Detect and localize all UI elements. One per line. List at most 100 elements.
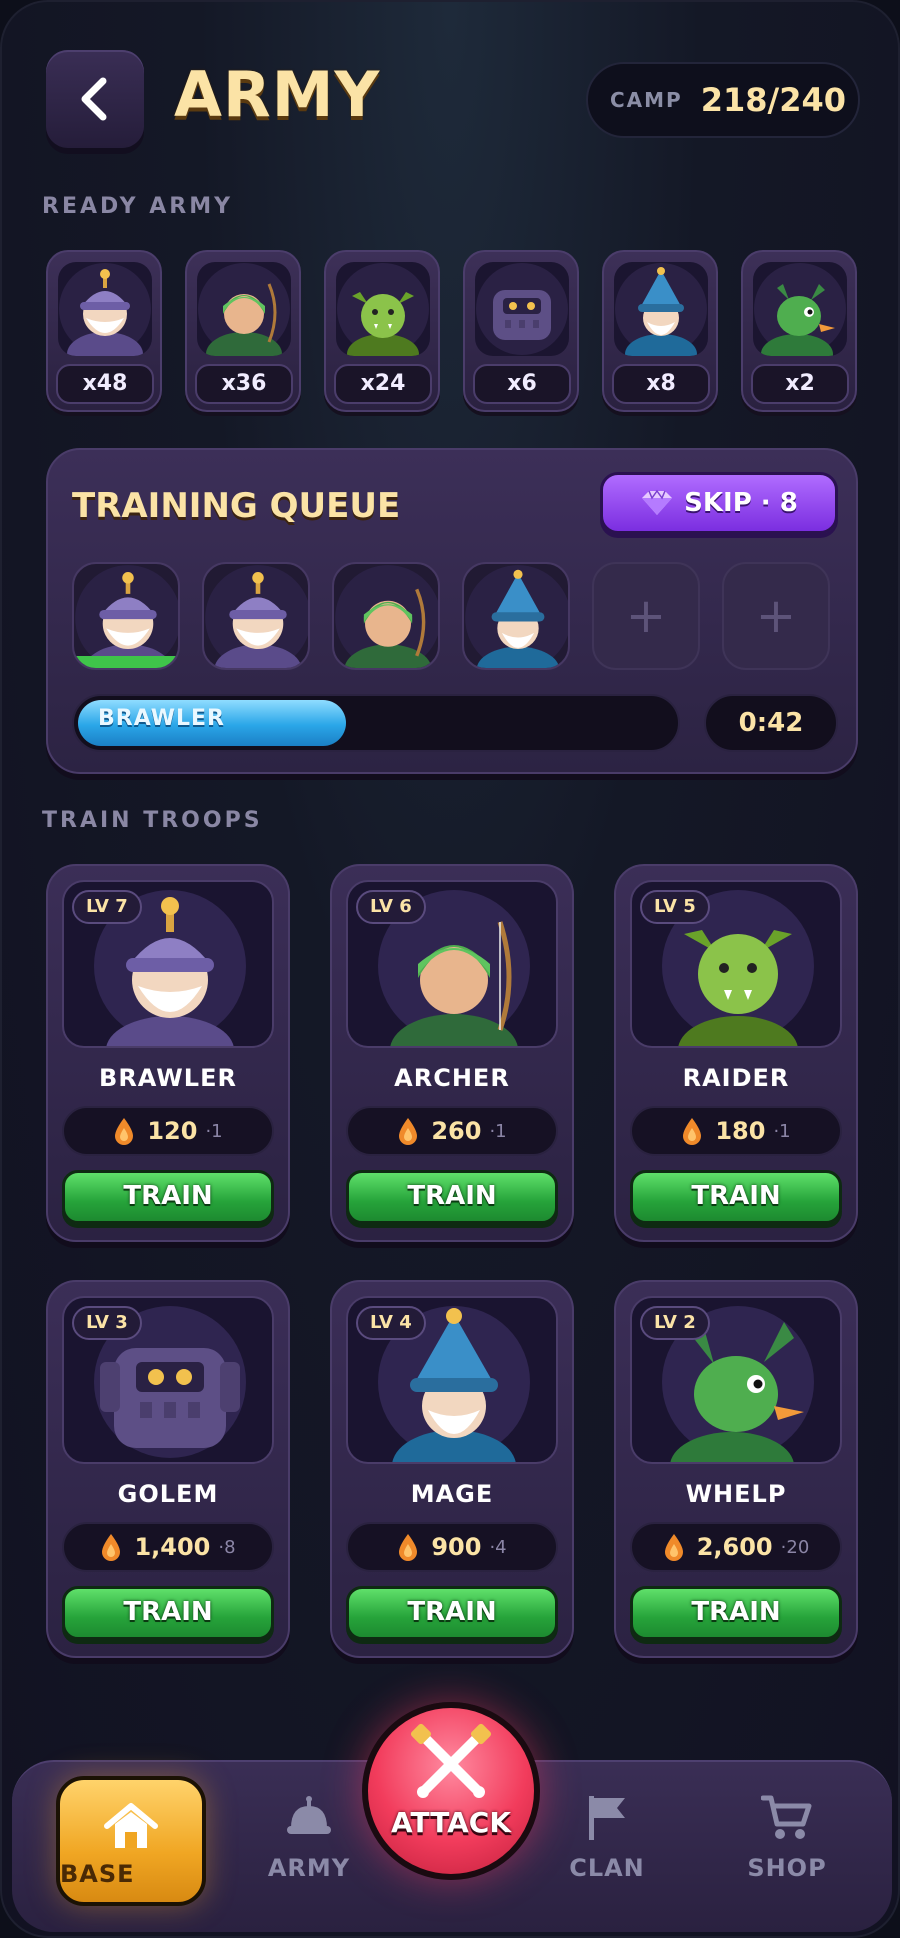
- back-button[interactable]: [46, 50, 144, 148]
- ready-army-label: READY ARMY: [42, 194, 234, 219]
- ready-unit-brawler[interactable]: x48: [46, 250, 162, 412]
- level-badge: LV 5: [640, 890, 710, 924]
- page-title: ARMY: [174, 58, 381, 131]
- archer-portrait: LV 6: [346, 880, 558, 1048]
- whelp-icon: [753, 262, 847, 356]
- chevron-left-icon: [81, 77, 107, 121]
- nav-label-clan: CLAN: [569, 1854, 645, 1882]
- mage-portrait: LV 4: [346, 1296, 558, 1464]
- attack-button[interactable]: ATTACK: [362, 1702, 540, 1880]
- ready-count: x36: [195, 364, 293, 404]
- ready-count: x48: [56, 364, 154, 404]
- crossed-swords-icon: [410, 1723, 492, 1798]
- level-badge: LV 6: [356, 890, 426, 924]
- troop-cost: 900 ·4: [346, 1522, 558, 1572]
- nav-label-shop: SHOP: [747, 1854, 827, 1882]
- cost-value: 120: [147, 1117, 198, 1145]
- ready-count: x24: [334, 364, 432, 404]
- train-button-raider[interactable]: TRAIN: [630, 1170, 842, 1224]
- nav-shop-button[interactable]: SHOP: [712, 1762, 862, 1934]
- archer-icon: [335, 565, 438, 668]
- troop-card-whelp[interactable]: LV 2 WHELP 2,600 ·20 TRAIN: [614, 1280, 858, 1658]
- cost-value: 2,600: [696, 1533, 773, 1561]
- elixir-drop-icon: [399, 1534, 418, 1561]
- queue-slot-archer[interactable]: [332, 562, 440, 670]
- cost-value: 900: [431, 1533, 482, 1561]
- cost-value: 1,400: [134, 1533, 211, 1561]
- brawler-icon: [58, 262, 152, 356]
- training-queue-panel: TRAINING QUEUE SKIP · 8 + + BRAWLER 0:42: [46, 448, 858, 774]
- level-badge: LV 2: [640, 1306, 710, 1340]
- troop-name: RAIDER: [682, 1064, 790, 1092]
- train-troops-label: TRAIN TROOPS: [42, 808, 263, 833]
- golem-portrait: LV 3: [62, 1296, 274, 1464]
- training-unit-label: BRAWLER: [98, 706, 226, 731]
- home-icon: [104, 1803, 158, 1848]
- troop-cost: 2,600 ·20: [630, 1522, 842, 1572]
- cost-value: 180: [715, 1117, 766, 1145]
- troop-card-archer[interactable]: LV 6 ARCHER 260 ·1 TRAIN: [330, 864, 574, 1242]
- training-progress-bar: BRAWLER: [72, 694, 680, 752]
- nav-label-army: ARMY: [267, 1854, 351, 1882]
- mage-icon: [614, 262, 708, 356]
- troop-name: ARCHER: [394, 1064, 510, 1092]
- add-slot-icon: +: [625, 588, 667, 644]
- ready-unit-whelp[interactable]: x2: [741, 250, 857, 412]
- golem-icon: [475, 262, 569, 356]
- troop-cost: 260 ·1: [346, 1106, 558, 1156]
- housing-space: ·1: [489, 1120, 507, 1142]
- troop-card-brawler[interactable]: LV 7 BRAWLER 120 ·1 TRAIN: [46, 864, 290, 1242]
- queue-slot-empty[interactable]: +: [722, 562, 830, 670]
- ready-count: x8: [612, 364, 710, 404]
- troop-name: BRAWLER: [99, 1064, 237, 1092]
- ready-unit-golem[interactable]: x6: [463, 250, 579, 412]
- brawler-icon: [205, 565, 308, 668]
- brawler-portrait: LV 7: [62, 880, 274, 1048]
- cost-value: 260: [431, 1117, 482, 1145]
- raider-icon: [336, 262, 430, 356]
- train-button-whelp[interactable]: TRAIN: [630, 1586, 842, 1640]
- train-button-brawler[interactable]: TRAIN: [62, 1170, 274, 1224]
- housing-space: ·1: [773, 1120, 791, 1142]
- elixir-drop-icon: [102, 1534, 121, 1561]
- ready-count: x6: [473, 364, 571, 404]
- ready-unit-mage[interactable]: x8: [602, 250, 718, 412]
- mage-icon: [465, 565, 568, 668]
- ready-unit-archer[interactable]: x36: [185, 250, 301, 412]
- skip-button[interactable]: SKIP · 8: [600, 472, 838, 534]
- troop-card-raider[interactable]: LV 5 RAIDER 180 ·1 TRAIN: [614, 864, 858, 1242]
- queue-slot-brawler[interactable]: [202, 562, 310, 670]
- troop-cost: 120 ·1: [62, 1106, 274, 1156]
- camp-value: 218/240: [700, 81, 846, 119]
- ready-count: x2: [751, 364, 849, 404]
- attack-label: ATTACK: [390, 1806, 512, 1839]
- elixir-drop-icon: [683, 1118, 702, 1145]
- train-button-mage[interactable]: TRAIN: [346, 1586, 558, 1640]
- train-button-archer[interactable]: TRAIN: [346, 1170, 558, 1224]
- gem-icon: [642, 489, 673, 515]
- camp-capacity: CAMP 218/240: [586, 62, 860, 138]
- ready-army-row: x48 x36 x24 x6 x8 x2: [46, 250, 858, 412]
- nav-clan-button[interactable]: CLAN: [532, 1762, 682, 1934]
- add-slot-icon: +: [755, 588, 797, 644]
- troop-name: GOLEM: [117, 1480, 219, 1508]
- army-screen: ARMY CAMP 218/240 READY ARMY x48 x36 x24: [0, 0, 900, 1938]
- queue-slot-brawler[interactable]: [72, 562, 180, 670]
- troop-card-mage[interactable]: LV 4 MAGE 900 ·4 TRAIN: [330, 1280, 574, 1658]
- nav-base-button[interactable]: BASE: [56, 1776, 206, 1906]
- queue-slot-empty[interactable]: +: [592, 562, 700, 670]
- whelp-portrait: LV 2: [630, 1296, 842, 1464]
- ready-unit-raider[interactable]: x24: [324, 250, 440, 412]
- troop-cost: 1,400 ·8: [62, 1522, 274, 1572]
- raider-portrait: LV 5: [630, 880, 842, 1048]
- housing-space: ·4: [489, 1536, 507, 1558]
- housing-space: ·8: [218, 1536, 236, 1558]
- troop-cost: 180 ·1: [630, 1106, 842, 1156]
- nav-label-base: BASE: [60, 1860, 135, 1888]
- troop-name: MAGE: [410, 1480, 494, 1508]
- queue-slot-mage[interactable]: [462, 562, 570, 670]
- camp-label: CAMP: [610, 88, 683, 112]
- troop-card-golem[interactable]: LV 3 GOLEM 1,400 ·8 TRAIN: [46, 1280, 290, 1658]
- elixir-drop-icon: [115, 1118, 134, 1145]
- train-button-golem[interactable]: TRAIN: [62, 1586, 274, 1640]
